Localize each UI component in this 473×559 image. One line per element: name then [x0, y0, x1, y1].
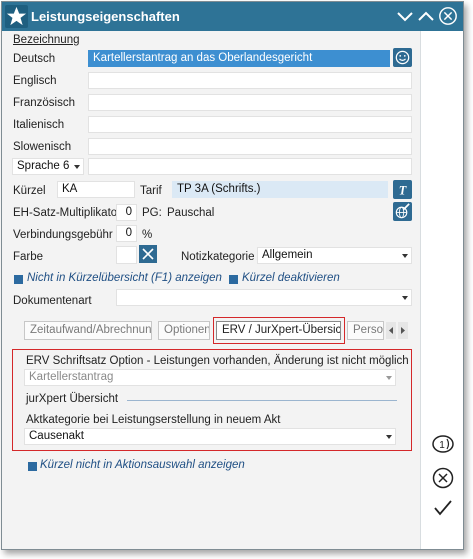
window-title: Leistungseigenschaften: [31, 9, 180, 24]
counter-icon[interactable]: 1: [431, 434, 455, 454]
chevron-down-icon: [386, 435, 392, 439]
verbindung-input[interactable]: 0: [116, 225, 137, 242]
bezeichnung-heading: Bezeichnung: [13, 34, 80, 46]
deutsch-input[interactable]: Kartellerstantrag an das Oberlandesgeric…: [88, 50, 390, 67]
tab-person[interactable]: Person: [347, 321, 384, 340]
dokumentenart-select[interactable]: [116, 289, 412, 306]
action-strip: 1: [420, 31, 463, 549]
title-bar: Leistungseigenschaften: [2, 2, 463, 31]
notizkategorie-select[interactable]: Allgemein: [257, 247, 412, 264]
label-farbe: Farbe: [13, 251, 44, 263]
erv-heading: ERV Schriftsatz Option - Leistungen vorh…: [26, 355, 409, 367]
label-italienisch: Italienisch: [13, 119, 65, 131]
label-deutsch: Deutsch: [13, 53, 56, 65]
checkbox-not-in-overview[interactable]: [14, 275, 23, 284]
sprache6-select[interactable]: Sprache 6: [12, 158, 84, 175]
tarif-input[interactable]: TP 3A (Schrifts.): [172, 181, 388, 198]
jurxpert-heading: jurXpert Übersicht: [26, 393, 119, 405]
not-in-overview-label[interactable]: Nicht in Kürzelübersicht (F1) anzeigen: [27, 272, 222, 284]
chevron-down-icon: [402, 296, 408, 300]
italienisch-input[interactable]: [88, 116, 412, 133]
tab-scroll-right-icon[interactable]: [398, 322, 408, 339]
form-area: Bezeichnung Deutsch Kartellerstantrag an…: [2, 31, 420, 549]
akt-label: Aktkategorie bei Leistungserstellung in …: [26, 414, 281, 426]
label-tarif: Tarif: [140, 185, 162, 197]
franzoesisch-input[interactable]: [88, 94, 412, 111]
sprache6-input[interactable]: [88, 158, 412, 175]
edit-globe-icon[interactable]: [393, 202, 412, 221]
label-notizkategorie: Notizkategorie: [181, 251, 255, 263]
kuerzel-input[interactable]: KA: [57, 181, 135, 198]
englisch-input[interactable]: [88, 72, 412, 89]
label-pg: PG:: [142, 207, 162, 219]
section-divider: [127, 400, 397, 401]
star-icon: [5, 5, 28, 28]
label-slowenisch: Slowenisch: [13, 141, 72, 153]
cross-icon[interactable]: [139, 245, 157, 263]
deactivate-label[interactable]: Kürzel deaktivieren: [242, 272, 340, 284]
close-circle-icon[interactable]: [438, 5, 458, 27]
eh-satz-input[interactable]: 0: [116, 204, 137, 221]
chevron-down-icon: [386, 376, 392, 380]
checkmark-icon[interactable]: [432, 498, 454, 518]
tab-scroll-left-icon[interactable]: [386, 322, 396, 339]
aktkategorie-select[interactable]: Causenakt: [24, 428, 396, 445]
svg-text:T: T: [399, 183, 407, 197]
chevron-down-icon: [402, 254, 408, 258]
label-kuerzel: Kürzel: [13, 185, 46, 197]
italic-t-icon[interactable]: T: [393, 180, 412, 199]
cancel-circle-icon[interactable]: [432, 467, 454, 489]
color-swatch[interactable]: [116, 246, 137, 264]
label-franzoesisch: Französisch: [13, 97, 75, 109]
percent-sign: %: [142, 229, 153, 241]
svg-text:1: 1: [439, 440, 445, 451]
chevron-down-icon: [74, 165, 80, 169]
label-eh-satz: EH-Satz-Multiplikator: [13, 207, 121, 219]
tab-highlight-box: [213, 317, 345, 344]
tab-optionen[interactable]: Optionen: [158, 321, 210, 340]
label-englisch: Englisch: [13, 75, 57, 87]
dialog-window: Leistungseigenschaften Bezeichnung Deuts…: [1, 1, 464, 550]
tab-zeitaufwand[interactable]: Zeitaufwand/Abrechnung: [24, 321, 152, 340]
erv-select[interactable]: Kartellerstantrag: [24, 369, 396, 386]
not-in-action-label[interactable]: Kürzel nicht in Aktionsauswahl anzeigen: [40, 459, 245, 471]
maximize-chevron-icon[interactable]: [416, 5, 436, 27]
minimize-chevron-icon[interactable]: [395, 5, 415, 27]
checkbox-deactivate[interactable]: [229, 275, 238, 284]
slowenisch-input[interactable]: [88, 138, 412, 155]
label-dokumentenart: Dokumentenart: [13, 295, 92, 307]
smiley-icon[interactable]: [393, 48, 412, 67]
label-verbindung: Verbindungsgebühr: [13, 229, 113, 241]
checkbox-not-in-action[interactable]: [28, 462, 37, 471]
pauschal-text: Pauschal: [167, 207, 215, 219]
